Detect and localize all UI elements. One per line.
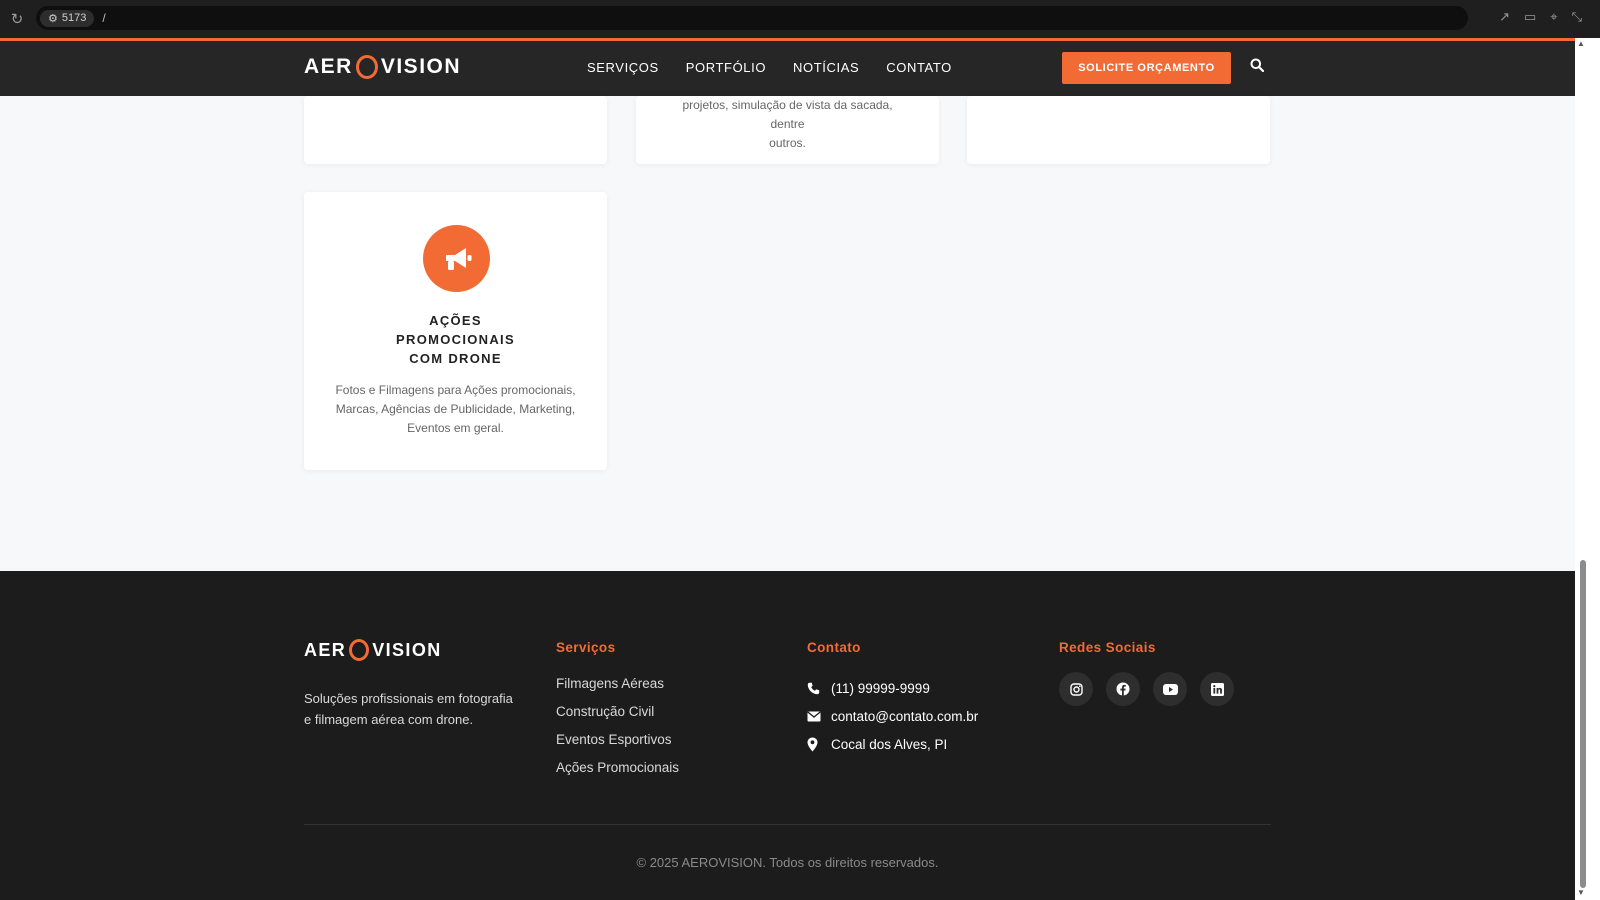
scroll-up-arrow[interactable]: ▲ [1577,39,1585,48]
connection-icon: ⚙ [48,12,58,25]
footer-divider [304,824,1271,825]
service-card-description: Fotos e Filmagens para Ações promocionai… [335,383,576,435]
service-card [304,96,607,164]
url-path: / [102,11,106,25]
contact-phone[interactable]: (11) 99999-9999 [807,674,978,702]
nav-contato[interactable]: CONTATO [886,60,952,75]
footer-link-construcao[interactable]: Construção Civil [556,702,679,730]
service-card-description: projetos, simulação de vista da sacada, … [636,96,939,153]
service-card: projetos, simulação de vista da sacada, … [636,96,939,164]
linkedin-icon[interactable] [1200,672,1234,706]
reload-icon[interactable]: ↻ [0,10,34,28]
footer-tagline: Soluções profissionais em fotografia e f… [304,691,513,727]
logo-text-left: AER [304,639,347,660]
footer-services-list: Filmagens Aéreas Construção Civil Evento… [556,674,679,786]
phone-icon [807,682,831,695]
instagram-icon[interactable] [1059,672,1093,706]
footer-services-heading: Serviços [556,640,616,655]
scrollbar-thumb[interactable] [1580,560,1586,888]
browser-toolbar: ↻ ⚙ 5173 / ↗ ▭ ⌖ ⤡ [0,0,1600,38]
facebook-icon[interactable] [1106,672,1140,706]
quote-button[interactable]: SOLICITE ORÇAMENTO [1062,52,1231,84]
contact-email[interactable]: contato@contato.com.br [807,702,978,730]
copyright: © 2025 AEROVISION. Todos os direitos res… [636,855,939,870]
nav-servicos[interactable]: SERVIÇOS [587,60,659,75]
page-scrollbar[interactable] [1575,38,1600,900]
footer-link-filmagens[interactable]: Filmagens Aéreas [556,674,679,702]
nav-noticias[interactable]: NOTÍCIAS [793,60,859,75]
logo-ring-icon [349,639,370,661]
site-footer: AER VISION Soluções profissionais em fot… [0,571,1575,900]
megaphone-icon [423,225,490,292]
service-card-promo: AÇÕES PROMOCIONAIS COM DRONE Fotos e Fil… [304,192,607,470]
service-card-title: AÇÕES PROMOCIONAIS COM DRONE [396,313,515,366]
search-icon[interactable] [1250,58,1265,77]
contact-email-text: contato@contato.com.br [831,708,979,724]
contact-location: Cocal dos Alves, PI [807,730,978,758]
contact-phone-text: (11) 99999-9999 [831,680,930,696]
logo[interactable]: AER VISION [304,55,461,79]
envelope-icon [807,710,831,722]
desc-line: outros. [769,136,806,150]
footer-link-acoes[interactable]: Ações Promocionais [556,758,679,786]
youtube-icon[interactable] [1153,672,1187,706]
service-card [967,96,1270,164]
footer-link-eventos[interactable]: Eventos Esportivos [556,730,679,758]
devices-icon[interactable]: ▭ [1524,9,1536,25]
collapse-icon[interactable]: ⤡ [1572,9,1582,25]
footer-contact: (11) 99999-9999 contato@contato.com.br C… [807,674,978,758]
footer-logo[interactable]: AER VISION [304,639,442,661]
nav-portfolio[interactable]: PORTFÓLIO [686,60,766,75]
logo-ring-icon [355,55,378,79]
open-external-icon[interactable]: ↗ [1499,9,1510,25]
map-pin-icon [807,737,831,752]
contact-location-text: Cocal dos Alves, PI [831,736,948,752]
port-label: 5173 [61,12,87,24]
scroll-down-arrow[interactable]: ▼ [1577,888,1585,897]
logo-text-left: AER [304,55,353,78]
footer-social-heading: Redes Sociais [1059,640,1156,655]
main-nav: SERVIÇOS PORTFÓLIO NOTÍCIAS CONTATO [587,60,952,75]
address-bar[interactable]: ⚙ 5173 / [36,6,1468,30]
site-header: AER VISION SERVIÇOS PORTFÓLIO NOTÍCIAS C… [0,38,1575,96]
social-links [1059,672,1234,706]
inspect-icon[interactable]: ⌖ [1550,9,1557,25]
desc-line: projetos, simulação de vista da sacada, … [682,98,893,131]
footer-contact-heading: Contato [807,640,861,655]
logo-text-right: VISION [380,55,462,78]
port-chip[interactable]: ⚙ 5173 [40,9,95,27]
logo-text-right: VISION [372,639,442,660]
